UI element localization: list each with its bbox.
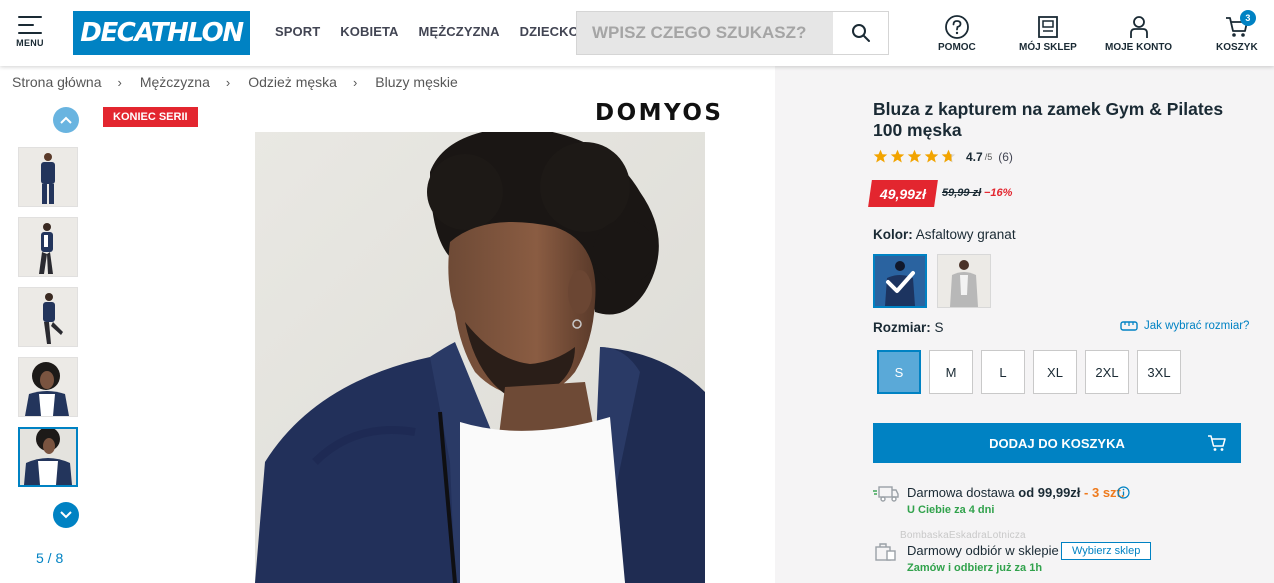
star-icon bbox=[924, 149, 939, 163]
breadcrumb-hoodies[interactable]: Bluzy męskie bbox=[375, 74, 457, 90]
add-to-cart-label: DODAJ DO KOSZYKA bbox=[989, 435, 1125, 451]
chevron-right-icon: › bbox=[352, 74, 358, 90]
end-of-series-badge: KONIEC SERII bbox=[103, 107, 198, 127]
size-option-3xl[interactable]: 3XL bbox=[1137, 350, 1181, 394]
size-label-key: Rozmiar: bbox=[873, 320, 931, 335]
color-value: Asfaltowy granat bbox=[915, 227, 1016, 242]
choose-store-button[interactable]: Wybierz sklep bbox=[1061, 542, 1152, 560]
product-title: Bluza z kapturem na zamek Gym & Pilates … bbox=[873, 99, 1224, 140]
nav-mezczyzna[interactable]: MĘŻCZYZNA bbox=[419, 24, 500, 39]
search-input[interactable] bbox=[577, 12, 834, 54]
gallery-next-button[interactable] bbox=[53, 502, 79, 528]
menu-label: MENU bbox=[16, 38, 44, 48]
rating-score: 4.7 bbox=[966, 149, 983, 164]
size-value: S bbox=[934, 320, 944, 335]
size-guide-link[interactable]: Jak wybrać rozmiar? bbox=[1120, 320, 1249, 332]
cart-icon bbox=[1208, 435, 1226, 451]
delivery-truck-icon bbox=[873, 486, 899, 502]
size-option-xl[interactable]: XL bbox=[1033, 350, 1077, 394]
rating-stars bbox=[873, 149, 956, 164]
chevron-up-icon bbox=[60, 116, 72, 124]
price-value: 49,99zł bbox=[880, 185, 926, 202]
size-label: Rozmiar: S bbox=[873, 320, 944, 335]
cart-link[interactable]: 3 KOSZYK bbox=[1216, 10, 1258, 53]
gallery-thumb-1[interactable] bbox=[18, 147, 78, 207]
star-icon bbox=[890, 149, 905, 163]
size-option-s[interactable]: S bbox=[877, 350, 921, 394]
nav-dziecko[interactable]: DZIECKO bbox=[520, 24, 579, 39]
chevron-right-icon: › bbox=[225, 74, 231, 90]
breadcrumb-home[interactable]: Strona główna bbox=[12, 74, 102, 90]
old-price: 59,99 zł bbox=[942, 187, 982, 199]
star-icon bbox=[907, 149, 922, 163]
review-count[interactable]: (6) bbox=[998, 150, 1013, 164]
store-icon bbox=[1037, 16, 1058, 38]
hamburger-icon bbox=[18, 16, 42, 34]
menu-button[interactable]: MENU bbox=[10, 12, 50, 56]
color-label: Kolor: Asfaltowy granat bbox=[873, 227, 1016, 242]
color-label-key: Kolor: bbox=[873, 227, 913, 242]
breadcrumb-mens-clothing[interactable]: Odzież męska bbox=[248, 74, 337, 90]
add-to-cart-button[interactable]: DODAJ DO KOSZYKA bbox=[873, 423, 1241, 463]
product-main-image[interactable] bbox=[255, 132, 705, 583]
main-nav: SPORT KOBIETA MĘŻCZYZNA DZIECKO bbox=[275, 24, 579, 39]
info-icon[interactable] bbox=[1117, 486, 1130, 499]
size-option-2xl[interactable]: 2XL bbox=[1085, 350, 1129, 394]
discount-percent: −16% bbox=[984, 187, 1013, 199]
gallery-counter: 5 / 8 bbox=[36, 550, 64, 566]
pickup-eta: Zamów i odbierz już za 1h bbox=[907, 562, 1043, 574]
gallery-thumb-4[interactable] bbox=[18, 357, 78, 417]
chevron-right-icon: › bbox=[117, 74, 122, 90]
gallery-thumb-5-selected[interactable] bbox=[18, 427, 78, 487]
breadcrumb-men[interactable]: Mężczyzna bbox=[140, 74, 210, 90]
decathlon-logo[interactable]: DECATHLON bbox=[73, 11, 250, 55]
ghost-text: BombaskaEskadraLotnicza bbox=[900, 530, 1026, 541]
account-label: MOJE KONTO bbox=[1105, 42, 1173, 53]
delivery-eta: U Ciebie za 4 dni bbox=[907, 504, 995, 516]
search-button[interactable] bbox=[833, 12, 888, 54]
star-half-icon bbox=[941, 149, 956, 163]
free-delivery-text: Darmowa dostawa od 99,99zł - 3 szt. bbox=[907, 485, 1125, 500]
my-store-link[interactable]: MÓJ SKLEP bbox=[1019, 14, 1077, 53]
gallery-thumb-2[interactable] bbox=[18, 217, 78, 277]
store-pickup-icon bbox=[875, 543, 896, 561]
nav-kobieta[interactable]: KOBIETA bbox=[340, 24, 398, 39]
free-delivery-prefix: Darmowa dostawa bbox=[907, 485, 1019, 500]
size-guide-label: Jak wybrać rozmiar? bbox=[1144, 320, 1250, 332]
size-option-l[interactable]: L bbox=[981, 350, 1025, 394]
free-delivery-threshold: od 99,99zł bbox=[1018, 485, 1081, 500]
help-link[interactable]: POMOC bbox=[938, 14, 976, 53]
size-option-m[interactable]: M bbox=[929, 350, 973, 394]
help-label: POMOC bbox=[938, 42, 976, 53]
star-icon bbox=[873, 149, 888, 163]
user-icon bbox=[1129, 16, 1148, 38]
ruler-icon bbox=[1120, 321, 1138, 331]
color-swatch-grey[interactable] bbox=[937, 254, 991, 308]
color-swatch-navy-selected[interactable] bbox=[873, 254, 927, 308]
product-rating[interactable]: 4.7 /5 (6) bbox=[873, 149, 1013, 164]
help-icon bbox=[944, 15, 969, 39]
breadcrumb: Strona główna › Mężczyzna › Odzież męska… bbox=[12, 74, 458, 90]
rating-max: /5 bbox=[984, 151, 993, 162]
cart-count-badge: 3 bbox=[1239, 10, 1256, 26]
my-account-link[interactable]: MOJE KONTO bbox=[1105, 14, 1172, 53]
chevron-down-icon bbox=[60, 511, 72, 519]
store-label: MÓJ SKLEP bbox=[1019, 42, 1077, 53]
cart-label: KOSZYK bbox=[1216, 42, 1258, 53]
pickup-text: Darmowy odbiór w sklepie bbox=[907, 543, 1059, 558]
site-header: MENU DECATHLON SPORT KOBIETA MĘŻCZYZNA D… bbox=[0, 0, 1274, 66]
size-selector: S M L XL 2XL 3XL bbox=[877, 350, 1181, 394]
search-bar bbox=[576, 11, 889, 55]
gallery-thumb-3[interactable] bbox=[18, 287, 78, 347]
nav-sport[interactable]: SPORT bbox=[275, 24, 320, 39]
brand-logo: DOMYOS bbox=[595, 100, 724, 126]
current-price: 49,99zł bbox=[868, 180, 938, 207]
gallery-prev-button[interactable] bbox=[53, 107, 79, 133]
search-icon bbox=[851, 24, 870, 42]
